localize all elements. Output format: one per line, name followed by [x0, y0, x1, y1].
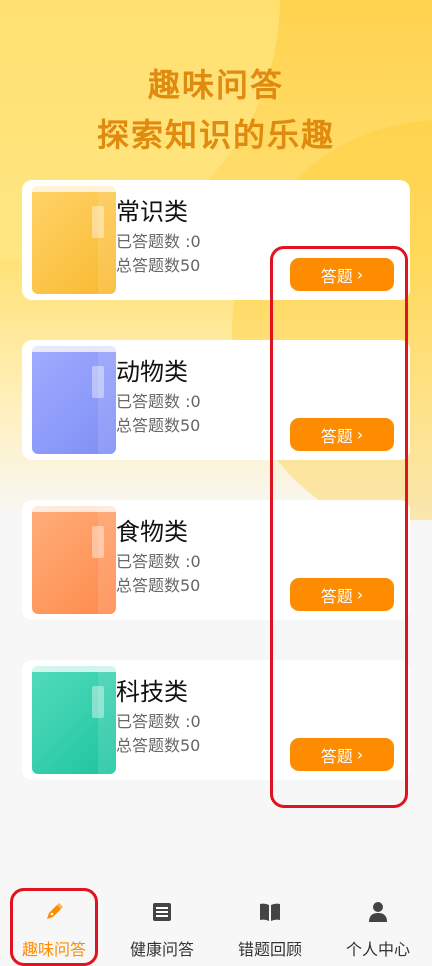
category-title: 食物类 [116, 518, 188, 546]
book-icon [32, 506, 116, 614]
highlight-active-tab-box [10, 888, 98, 966]
category-title: 动物类 [116, 358, 188, 386]
category-title: 科技类 [116, 678, 188, 706]
answered-count: 已答题数 :0 [116, 392, 201, 411]
book-shade [98, 346, 116, 454]
tab-personal-center[interactable]: 个人中心 [324, 880, 432, 964]
book-shade [98, 506, 116, 614]
answered-count: 已答题数 :0 [116, 552, 201, 571]
total-count: 总答题数50 [116, 256, 201, 275]
total-count: 总答题数50 [116, 576, 201, 595]
book-icon [32, 666, 116, 774]
tab-label: 健康问答 [129, 940, 194, 959]
document-icon [153, 903, 171, 921]
book-icon [32, 346, 116, 454]
tab-label: 错题回顾 [237, 940, 302, 959]
answered-count: 已答题数 :0 [116, 232, 201, 251]
person-icon [369, 902, 387, 922]
answered-count: 已答题数 :0 [116, 712, 201, 731]
book-icon [260, 903, 280, 921]
total-count: 总答题数50 [116, 416, 201, 435]
tab-label: 个人中心 [345, 940, 410, 959]
tab-health-quiz[interactable]: 健康问答 [108, 880, 216, 964]
book-shade [98, 666, 116, 774]
tab-mistake-review[interactable]: 错题回顾 [216, 880, 324, 964]
hero-title-line2: 探索知识的乐趣 [96, 116, 335, 154]
total-count: 总答题数50 [116, 736, 201, 755]
hero-title-line1: 趣味问答 [147, 66, 284, 104]
highlight-answer-buttons-box [270, 246, 408, 808]
category-title: 常识类 [116, 198, 188, 226]
book-shade [98, 186, 116, 294]
book-icon [32, 186, 116, 294]
